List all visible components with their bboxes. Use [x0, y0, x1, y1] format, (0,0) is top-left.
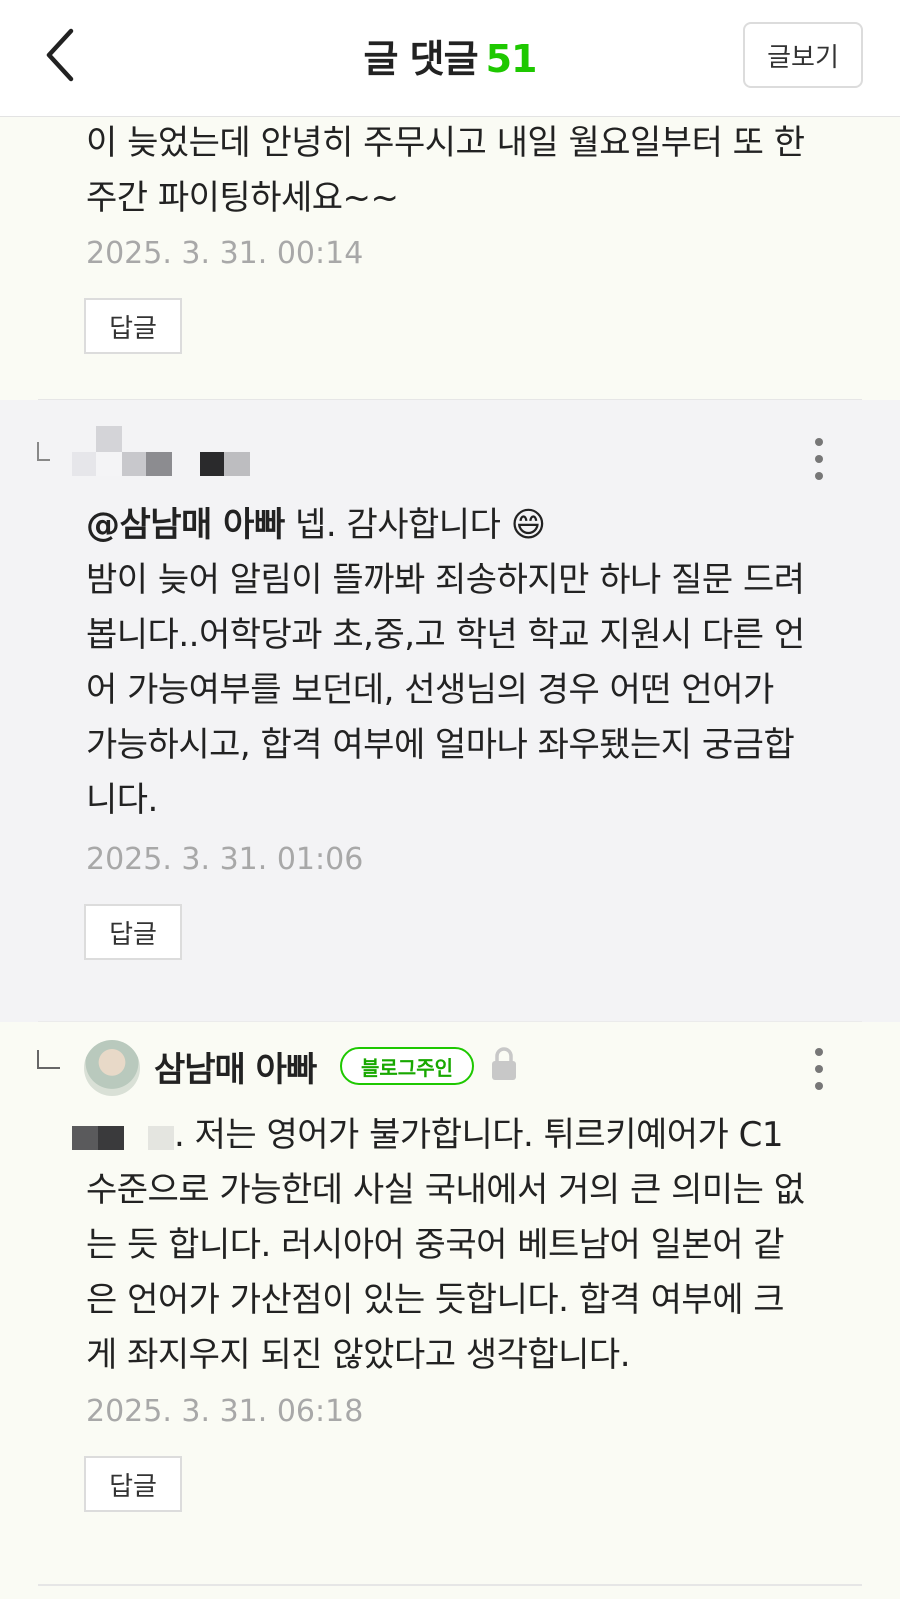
- comment-count: 51: [485, 37, 538, 81]
- comment-item: 삼남매 아빠 블로그주인 . 저는 영어가 불가합니다. 튀르키예어가 C1 수…: [0, 1022, 900, 1599]
- mention[interactable]: @삼남매 아빠: [86, 505, 285, 545]
- comment-text-line: . 저는 영어가 불가합니다. 튀르키예어가 C1: [174, 1115, 784, 1155]
- comment-text-line: 게 좌지우지 되진 않았다고 생각합니다.: [86, 1335, 631, 1375]
- comment-text: 이 늦었는데 안녕히 주무시고 내일 월요일부터 또 한 주간 파이팅하세요~~: [86, 116, 866, 226]
- comment-text-inline: 넵. 감사합니다 😄: [284, 505, 546, 545]
- more-options-button[interactable]: [804, 1044, 834, 1094]
- top-bar: 글 댓글 51 글보기: [0, 0, 900, 117]
- comment-text-line: 밤이 늦어 알림이 뜰까봐 죄송하지만 하나 질문 드려: [86, 560, 805, 600]
- comment-timestamp: 2025. 3. 31. 06:18: [86, 1394, 364, 1429]
- more-options-button[interactable]: [804, 434, 834, 484]
- view-post-button[interactable]: 글보기: [743, 22, 863, 88]
- comment-text-line: 는 듯 합니다. 러시아어 중국어 베트남어 일본어 같: [86, 1225, 785, 1265]
- lock-icon: [492, 1047, 516, 1080]
- avatar[interactable]: [84, 1040, 140, 1096]
- reply-button[interactable]: 답글: [84, 904, 182, 960]
- comment-item: @삼남매 아빠 넵. 감사합니다 😄 밤이 늦어 알림이 뜰까봐 죄송하지만 하…: [0, 400, 900, 1022]
- comment-text-line: 은 언어가 가산점이 있는 듯합니다. 합격 여부에 크: [86, 1280, 785, 1320]
- blurred-author-name: [72, 426, 252, 478]
- comment-author[interactable]: 삼남매 아빠: [154, 1042, 317, 1091]
- comment-item: 이 늦었는데 안녕히 주무시고 내일 월요일부터 또 한 주간 파이팅하세요~~…: [0, 116, 900, 400]
- comment-text-line: 가능하시고, 합격 여부에 얼마나 좌우됐는지 궁금합: [86, 725, 795, 765]
- comment-timestamp: 2025. 3. 31. 00:14: [86, 236, 364, 271]
- blog-owner-badge: 블로그주인: [340, 1047, 474, 1085]
- comment-text-line: 주간 파이팅하세요~~: [86, 178, 399, 218]
- comment-text-line: 어 가능여부를 보던데, 선생님의 경우 어떤 언어가: [86, 670, 774, 710]
- comment-text-line: 봅니다..어학당과 초,중,고 학년 학교 지원시 다른 언: [86, 615, 805, 655]
- comment-timestamp: 2025. 3. 31. 01:06: [86, 842, 364, 877]
- comment-first-line: @삼남매 아빠 넵. 감사합니다 😄: [86, 498, 866, 553]
- comment-text: @삼남매 아빠 넵. 감사합니다 😄 밤이 늦어 알림이 뜰까봐 죄송하지만 하…: [86, 498, 866, 828]
- reply-button[interactable]: 답글: [84, 1456, 182, 1512]
- reply-indent-icon: [37, 442, 50, 461]
- comment-divider: [38, 1584, 862, 1586]
- comment-text: . 저는 영어가 불가합니다. 튀르키예어가 C1 수준으로 가능한데 사실 국…: [86, 1108, 866, 1383]
- comment-text-line: 니다.: [86, 780, 158, 820]
- comment-text-line: 수준으로 가능한데 사실 국내에서 거의 큰 의미는 없: [86, 1170, 805, 1210]
- reply-button[interactable]: 답글: [84, 298, 182, 354]
- page-title-text: 글 댓글: [363, 37, 478, 81]
- comment-text-line: 이 늦었는데 안녕히 주무시고 내일 월요일부터 또 한: [86, 123, 805, 163]
- reply-indent-icon: [37, 1050, 60, 1069]
